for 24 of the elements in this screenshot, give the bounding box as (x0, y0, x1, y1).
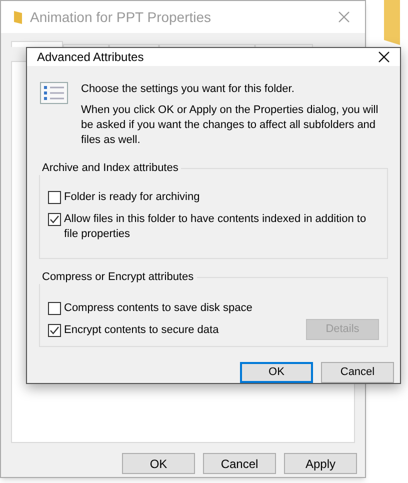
dialog-button[interactable]: OK (122, 453, 195, 474)
checkbox-label[interactable]: Encrypt contents to secure data (64, 323, 219, 338)
dialog-button[interactable]: Apply (284, 453, 357, 474)
dialog-button[interactable]: Cancel (203, 453, 276, 474)
checkbox-label[interactable]: Allow files in this folder to have contents indexed in addition to file properties (64, 212, 379, 242)
dialog-title: Advanced Attributes (37, 49, 144, 66)
group-title: Archive and Index attributes (39, 161, 182, 175)
checkbox[interactable] (48, 191, 61, 204)
checkbox-label[interactable]: Folder is ready for archiving (64, 190, 200, 205)
tab[interactable] (11, 41, 63, 47)
window-title: Animation for PPT Properties (30, 8, 212, 27)
dialog-button[interactable]: OK (240, 362, 313, 383)
checkbox[interactable] (48, 324, 61, 337)
note-text: When you click OK or Apply on the Properties dialog, you will be asked if you want the changes to affect all subfolders and files as well. (81, 103, 380, 148)
folder-icon (14, 10, 22, 24)
checkbox[interactable] (48, 213, 61, 226)
checklist-icon (40, 82, 68, 104)
checkbox-label[interactable]: Compress contents to save disk space (64, 301, 252, 316)
folder-icon[interactable] (384, 0, 400, 45)
group-title: Compress or Encrypt attributes (39, 270, 197, 284)
checkbox[interactable] (48, 302, 61, 315)
dialog-button[interactable]: Cancel (321, 362, 394, 383)
close-icon[interactable] (378, 51, 390, 63)
intro-text: Choose the settings you want for this folder. (81, 82, 296, 97)
